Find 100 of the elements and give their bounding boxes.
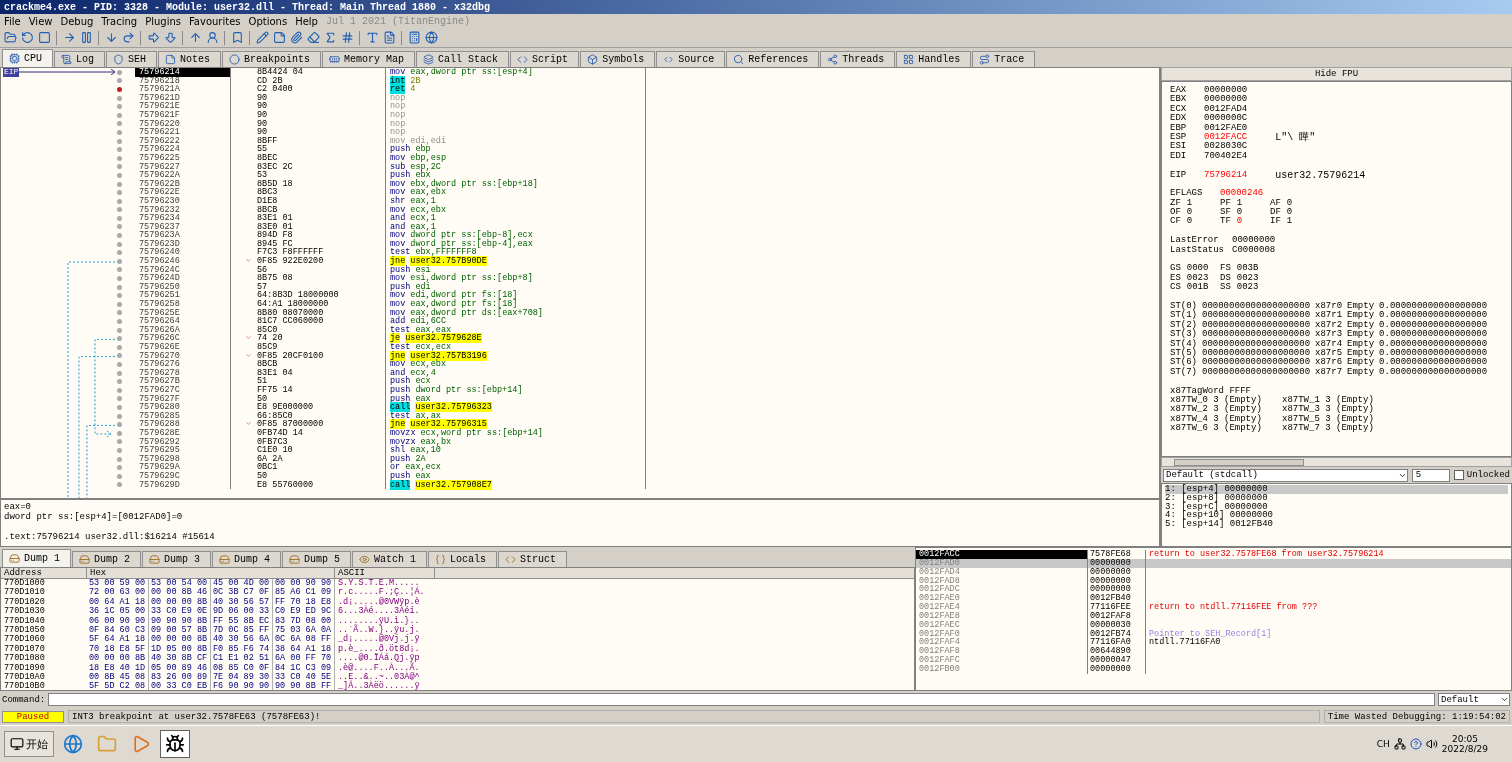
breakpoint-dot[interactable] <box>117 336 122 342</box>
breakpoint-dot[interactable] <box>117 293 122 299</box>
breakpoint-dot[interactable] <box>117 344 122 350</box>
breakpoint-dot[interactable] <box>117 78 122 84</box>
breakpoint-dot[interactable] <box>117 301 122 307</box>
register-value[interactable]: 00000000 <box>1204 95 1248 105</box>
breakpoint-dot[interactable] <box>117 413 122 419</box>
register-value[interactable]: 0012FACC <box>1204 132 1248 143</box>
convention-dropdown[interactable]: Default (stdcall) <box>1163 468 1408 482</box>
toolbar-button[interactable] <box>254 29 270 46</box>
register-value[interactable]: 0012FAD4 <box>1204 104 1248 115</box>
column-header[interactable]: ASCII <box>335 568 435 578</box>
tab[interactable]: Handles <box>896 51 972 67</box>
menu-item[interactable]: Debug <box>60 15 94 27</box>
breakpoint-dot[interactable] <box>117 104 122 110</box>
tab[interactable]: Memory Map <box>322 51 416 67</box>
toolbar-button[interactable] <box>271 29 287 46</box>
segment-value[interactable]: 0023 <box>1186 273 1209 284</box>
breakpoint-dot[interactable] <box>117 456 122 462</box>
toolbar-button[interactable] <box>305 29 321 46</box>
breakpoint-dot[interactable] <box>117 353 122 359</box>
language-indicator[interactable]: CH <box>1376 739 1390 749</box>
register-value[interactable]: 00000000000000000000 <box>1202 348 1311 359</box>
toolbar-button[interactable] <box>36 29 52 46</box>
flag-value[interactable]: 0 <box>1186 208 1193 218</box>
command-field[interactable] <box>48 693 1435 706</box>
breakpoint-dot[interactable] <box>117 396 122 402</box>
breakpoint-dot[interactable] <box>117 310 122 316</box>
toolbar-button[interactable] <box>423 29 439 46</box>
breakpoint-dot[interactable] <box>117 439 122 445</box>
flag-value[interactable]: 1 <box>1236 198 1243 209</box>
toolbar-button[interactable] <box>19 29 35 46</box>
register-value[interactable]: 00000000000000000000 <box>1202 367 1311 378</box>
tab[interactable]: Dump 5 <box>282 551 352 567</box>
register-value[interactable]: 00000000000000000000 <box>1202 302 1311 312</box>
flag-value[interactable]: 1 <box>1286 217 1293 227</box>
breakpoint-dot[interactable] <box>117 430 122 436</box>
mode-dropdown[interactable]: Default <box>1438 693 1510 706</box>
breakpoint-dot[interactable] <box>117 190 122 196</box>
breakpoint-dot[interactable] <box>117 69 122 75</box>
breakpoint-dot[interactable] <box>117 379 122 385</box>
tab[interactable]: Call Stack <box>416 51 510 67</box>
breakpoint-dot[interactable] <box>117 267 122 273</box>
breakpoint-dot[interactable] <box>117 181 122 187</box>
breakpoint-dot[interactable] <box>117 482 122 488</box>
flag-value[interactable]: 0 <box>1236 208 1243 218</box>
breakpoint-dot[interactable] <box>117 387 122 393</box>
register-value[interactable]: 00000000 <box>1204 86 1248 96</box>
register-value[interactable]: 00000246 <box>1220 189 1264 199</box>
register-value[interactable]: 00000000000000000000 <box>1202 358 1311 368</box>
tab[interactable]: Breakpoints <box>222 51 322 67</box>
flag-value[interactable]: 1 <box>1186 198 1193 209</box>
menu-item[interactable]: Plugins <box>145 15 182 27</box>
register-value[interactable]: 00000000 <box>1232 236 1276 246</box>
hide-fpu-button[interactable]: Hide FPU <box>1161 67 1512 81</box>
segment-value[interactable]: 003B <box>1236 264 1259 274</box>
toolbar-button[interactable] <box>288 29 304 46</box>
register-value[interactable]: 00000000000000000000 <box>1202 311 1311 321</box>
tab[interactable]: Struct <box>498 551 568 567</box>
flag-value[interactable]: 0 <box>1186 217 1193 227</box>
flag-value[interactable]: 0 <box>1236 217 1243 227</box>
breakpoint-dot[interactable] <box>117 215 122 221</box>
breakpoint-dot[interactable] <box>117 284 122 290</box>
menu-item[interactable]: Tracing <box>101 15 138 27</box>
breakpoint-dot[interactable] <box>117 370 122 376</box>
breakpoint-dot[interactable] <box>117 241 122 247</box>
breakpoint-dot[interactable] <box>117 327 122 333</box>
segment-value[interactable]: 001B <box>1186 283 1209 293</box>
menu-item[interactable]: Favourites <box>189 15 241 27</box>
breakpoint-dot[interactable] <box>117 155 122 161</box>
tab[interactable]: Log <box>54 51 106 67</box>
tab[interactable]: Threads <box>820 51 896 67</box>
tab[interactable]: Dump 3 <box>142 551 212 567</box>
column-header[interactable]: Hex <box>87 568 335 578</box>
breakpoint-dot[interactable] <box>117 138 122 144</box>
network-icon[interactable] <box>1393 738 1406 750</box>
breakpoint-dot[interactable] <box>117 276 122 282</box>
taskbar-button[interactable] <box>160 730 190 758</box>
menu-item[interactable]: File <box>4 15 21 27</box>
flag-value[interactable]: 0 <box>1286 208 1293 218</box>
breakpoint-dot[interactable] <box>117 465 122 471</box>
tab[interactable]: CPU <box>2 49 53 67</box>
speaker-icon[interactable] <box>1425 738 1438 750</box>
count-field[interactable]: 5 <box>1411 468 1450 482</box>
register-value[interactable]: 0012FAE0 <box>1204 123 1248 133</box>
tab[interactable]: Source <box>656 51 726 67</box>
register-value[interactable]: 0028030C <box>1204 142 1248 152</box>
register-value[interactable]: 00000000000000000000 <box>1202 339 1311 349</box>
start-button[interactable]: 开始 <box>4 731 54 757</box>
help-icon[interactable] <box>1409 738 1422 750</box>
tab[interactable]: Notes <box>158 51 222 67</box>
breakpoint-dot[interactable] <box>117 172 122 178</box>
register-value[interactable]: 0000000C <box>1204 114 1248 124</box>
segment-value[interactable]: 0000 <box>1186 264 1209 274</box>
register-value[interactable]: C0000008 <box>1232 245 1276 256</box>
breakpoint-dot[interactable] <box>117 258 122 264</box>
breakpoint-dot[interactable] <box>117 233 122 239</box>
breakpoint-dot[interactable] <box>117 422 122 428</box>
tab[interactable]: Trace <box>972 51 1036 67</box>
breakpoint-dot[interactable] <box>117 319 122 324</box>
